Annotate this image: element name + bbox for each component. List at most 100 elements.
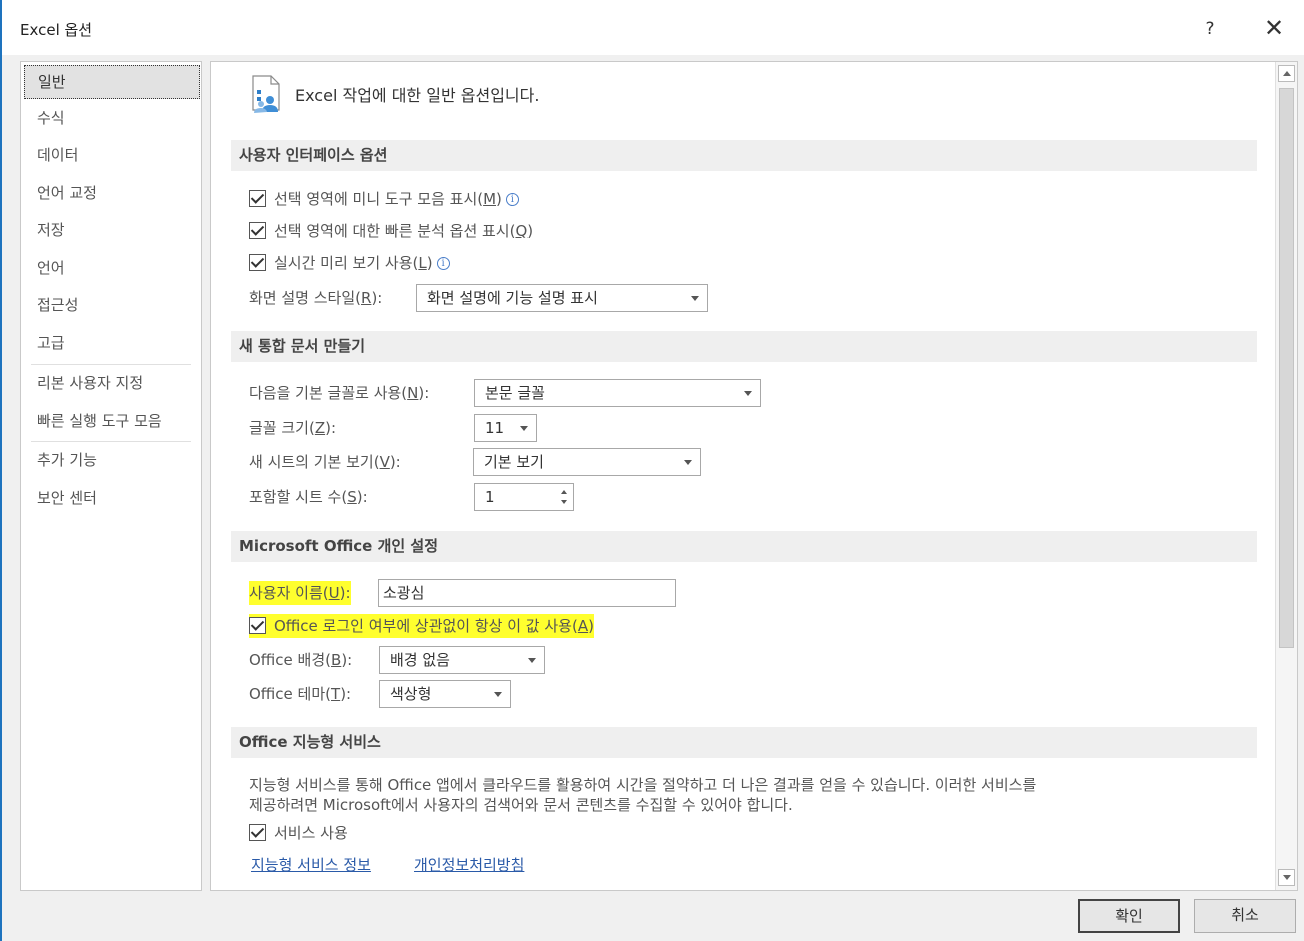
office-theme-label-text: Office 테마( — [249, 685, 332, 703]
section-new-workbook: 새 통합 문서 만들기 — [231, 331, 1257, 362]
sidebar-item-data[interactable]: 데이터 — [21, 137, 201, 173]
office-background-dropdown[interactable]: 배경 없음 — [379, 646, 545, 674]
office-theme-label-end: ): — [340, 685, 352, 703]
always-use-values-option[interactable]: Office 로그인 여부에 상관없이 항상 이 값 사용(A) — [249, 614, 594, 638]
scroll-up-icon[interactable] — [1278, 65, 1295, 82]
chevron-down-icon — [744, 391, 752, 396]
sidebar-item-quick-access-toolbar[interactable]: 빠른 실행 도구 모음 — [21, 403, 201, 439]
sidebar-item-advanced[interactable]: 고급 — [21, 325, 201, 361]
always-use-values-checkbox[interactable] — [249, 617, 266, 634]
vertical-scrollbar[interactable] — [1275, 62, 1297, 890]
quick-analysis-end: ) — [527, 222, 534, 240]
spin-up-icon[interactable] — [561, 490, 567, 494]
spin-down-icon[interactable] — [561, 500, 567, 504]
help-button[interactable]: ? — [1190, 12, 1230, 46]
chevron-down-icon — [494, 692, 502, 697]
office-background-label: Office 배경(B): — [249, 648, 352, 672]
live-preview-label: 실시간 미리 보기 사용( — [274, 254, 419, 272]
info-icon[interactable]: i — [436, 257, 450, 270]
user-name-label-text: 사용자 이름( — [249, 584, 329, 602]
close-button[interactable]: ✕ — [1254, 12, 1294, 46]
info-icon[interactable]: i — [505, 193, 519, 206]
cancel-button[interactable]: 취소 — [1194, 899, 1296, 933]
default-view-label-key: V — [379, 453, 390, 471]
quick-analysis-label: 선택 영역에 대한 빠른 분석 옵션 표시( — [274, 222, 516, 240]
quick-analysis-key: Q — [515, 222, 528, 240]
section-ui-options: 사용자 인터페이스 옵션 — [231, 140, 1257, 171]
sidebar-item-customize-ribbon[interactable]: 리본 사용자 지정 — [21, 365, 201, 401]
quick-analysis-checkbox[interactable] — [249, 222, 266, 239]
font-size-label-text: 글꼴 크기( — [249, 419, 315, 437]
screentip-label-text: 화면 설명 스타일( — [249, 289, 361, 307]
user-name-input[interactable]: 소광심 — [378, 579, 676, 607]
live-preview-end: ) — [426, 254, 433, 272]
default-view-label-text: 새 시트의 기본 보기( — [249, 453, 380, 471]
sidebar-item-proofing[interactable]: 언어 교정 — [21, 175, 201, 211]
sidebar-item-language[interactable]: 언어 — [21, 250, 201, 286]
default-font-dropdown[interactable]: 본문 글꼴 — [474, 379, 761, 407]
page-title: Excel 작업에 대한 일반 옵션입니다. — [295, 86, 540, 105]
default-view-value: 기본 보기 — [484, 453, 544, 471]
description-line-2: 제공하려면 Microsoft에서 사용자의 검색어와 문서 콘텐츠를 수집할 … — [249, 796, 793, 814]
intelligent-services-info-link[interactable]: 지능형 서비스 정보 — [251, 854, 371, 875]
font-size-label-key: Z — [314, 419, 326, 437]
default-font-value: 본문 글꼴 — [485, 384, 545, 402]
always-use-values-label: Office 로그인 여부에 상관없이 항상 이 값 사용( — [274, 617, 578, 635]
sidebar-item-add-ins[interactable]: 추가 기능 — [21, 442, 201, 478]
screentip-style-dropdown[interactable]: 화면 설명에 기능 설명 표시 — [416, 284, 708, 312]
default-font-label-end: ): — [418, 384, 430, 402]
live-preview-checkbox[interactable] — [249, 254, 266, 271]
mini-toolbar-end: ) — [496, 190, 502, 208]
office-theme-label-key: T — [331, 685, 341, 703]
sheet-count-stepper[interactable]: 1 — [474, 483, 574, 511]
screentip-style-value: 화면 설명에 기능 설명 표시 — [427, 289, 598, 307]
sheet-count-value: 1 — [485, 488, 495, 506]
screentip-label-end: ): — [371, 289, 383, 307]
sidebar-item-save[interactable]: 저장 — [21, 212, 201, 248]
quick-analysis-option[interactable]: 선택 영역에 대한 빠른 분석 옵션 표시(Q) — [249, 219, 533, 243]
ok-button[interactable]: 확인 — [1078, 899, 1180, 933]
live-preview-option[interactable]: 실시간 미리 보기 사용(L) i — [249, 251, 450, 275]
description-line-1: 지능형 서비스를 통해 Office 앱에서 클라우드를 활용하여 시간을 절약… — [249, 776, 1037, 794]
mini-toolbar-option[interactable]: 선택 영역에 미니 도구 모음 표시(M) i — [249, 187, 519, 211]
office-theme-dropdown[interactable]: 색상형 — [379, 680, 511, 708]
sidebar-item-trust-center[interactable]: 보안 센터 — [21, 480, 201, 516]
user-name-label: 사용자 이름(U): — [249, 581, 351, 605]
section-intelligent-services: Office 지능형 서비스 — [231, 727, 1257, 758]
scroll-down-icon[interactable] — [1278, 869, 1295, 886]
mini-toolbar-label: 선택 영역에 미니 도구 모음 표시( — [274, 190, 484, 208]
privacy-policy-link[interactable]: 개인정보처리방침 — [414, 854, 524, 875]
sheet-count-label: 포함할 시트 수(S): — [249, 485, 368, 509]
sheet-count-label-key: S — [347, 488, 357, 506]
general-options-icon — [252, 75, 280, 113]
scrollbar-thumb[interactable] — [1279, 88, 1294, 648]
enable-services-option[interactable]: 서비스 사용 — [249, 821, 348, 845]
sheet-count-label-end: ): — [356, 488, 368, 506]
default-font-label-key: N — [407, 384, 419, 402]
always-use-values-key: A — [577, 617, 589, 635]
enable-services-checkbox[interactable] — [249, 824, 266, 841]
default-view-dropdown[interactable]: 기본 보기 — [473, 448, 701, 476]
title-bar: Excel 옵션 ? ✕ — [2, 0, 1304, 55]
font-size-dropdown[interactable]: 11 — [474, 414, 537, 442]
always-use-values-end: ) — [588, 617, 594, 635]
office-theme-value: 색상형 — [390, 685, 432, 703]
chevron-down-icon — [684, 460, 692, 465]
screentip-style-label: 화면 설명 스타일(R): — [249, 286, 382, 310]
office-background-label-key: B — [331, 651, 342, 669]
live-preview-key: L — [418, 254, 427, 272]
options-content-pane: Excel 작업에 대한 일반 옵션입니다. 사용자 인터페이스 옵션 선택 영… — [210, 61, 1298, 891]
office-background-label-text: Office 배경( — [249, 651, 332, 669]
section-personalize: Microsoft Office 개인 설정 — [231, 531, 1257, 562]
office-background-value: 배경 없음 — [390, 651, 450, 669]
sheet-count-label-text: 포함할 시트 수( — [249, 488, 348, 506]
office-theme-label: Office 테마(T): — [249, 682, 351, 706]
mini-toolbar-checkbox[interactable] — [249, 190, 266, 207]
mini-toolbar-key: M — [483, 190, 497, 208]
default-font-label-text: 다음을 기본 글꼴로 사용( — [249, 384, 408, 402]
user-name-label-key: U — [328, 584, 340, 602]
sidebar-item-accessibility[interactable]: 접근성 — [21, 287, 201, 323]
sidebar-item-formulas[interactable]: 수식 — [21, 100, 201, 136]
sidebar-item-general[interactable]: 일반 — [24, 65, 200, 99]
default-font-label: 다음을 기본 글꼴로 사용(N): — [249, 381, 429, 405]
